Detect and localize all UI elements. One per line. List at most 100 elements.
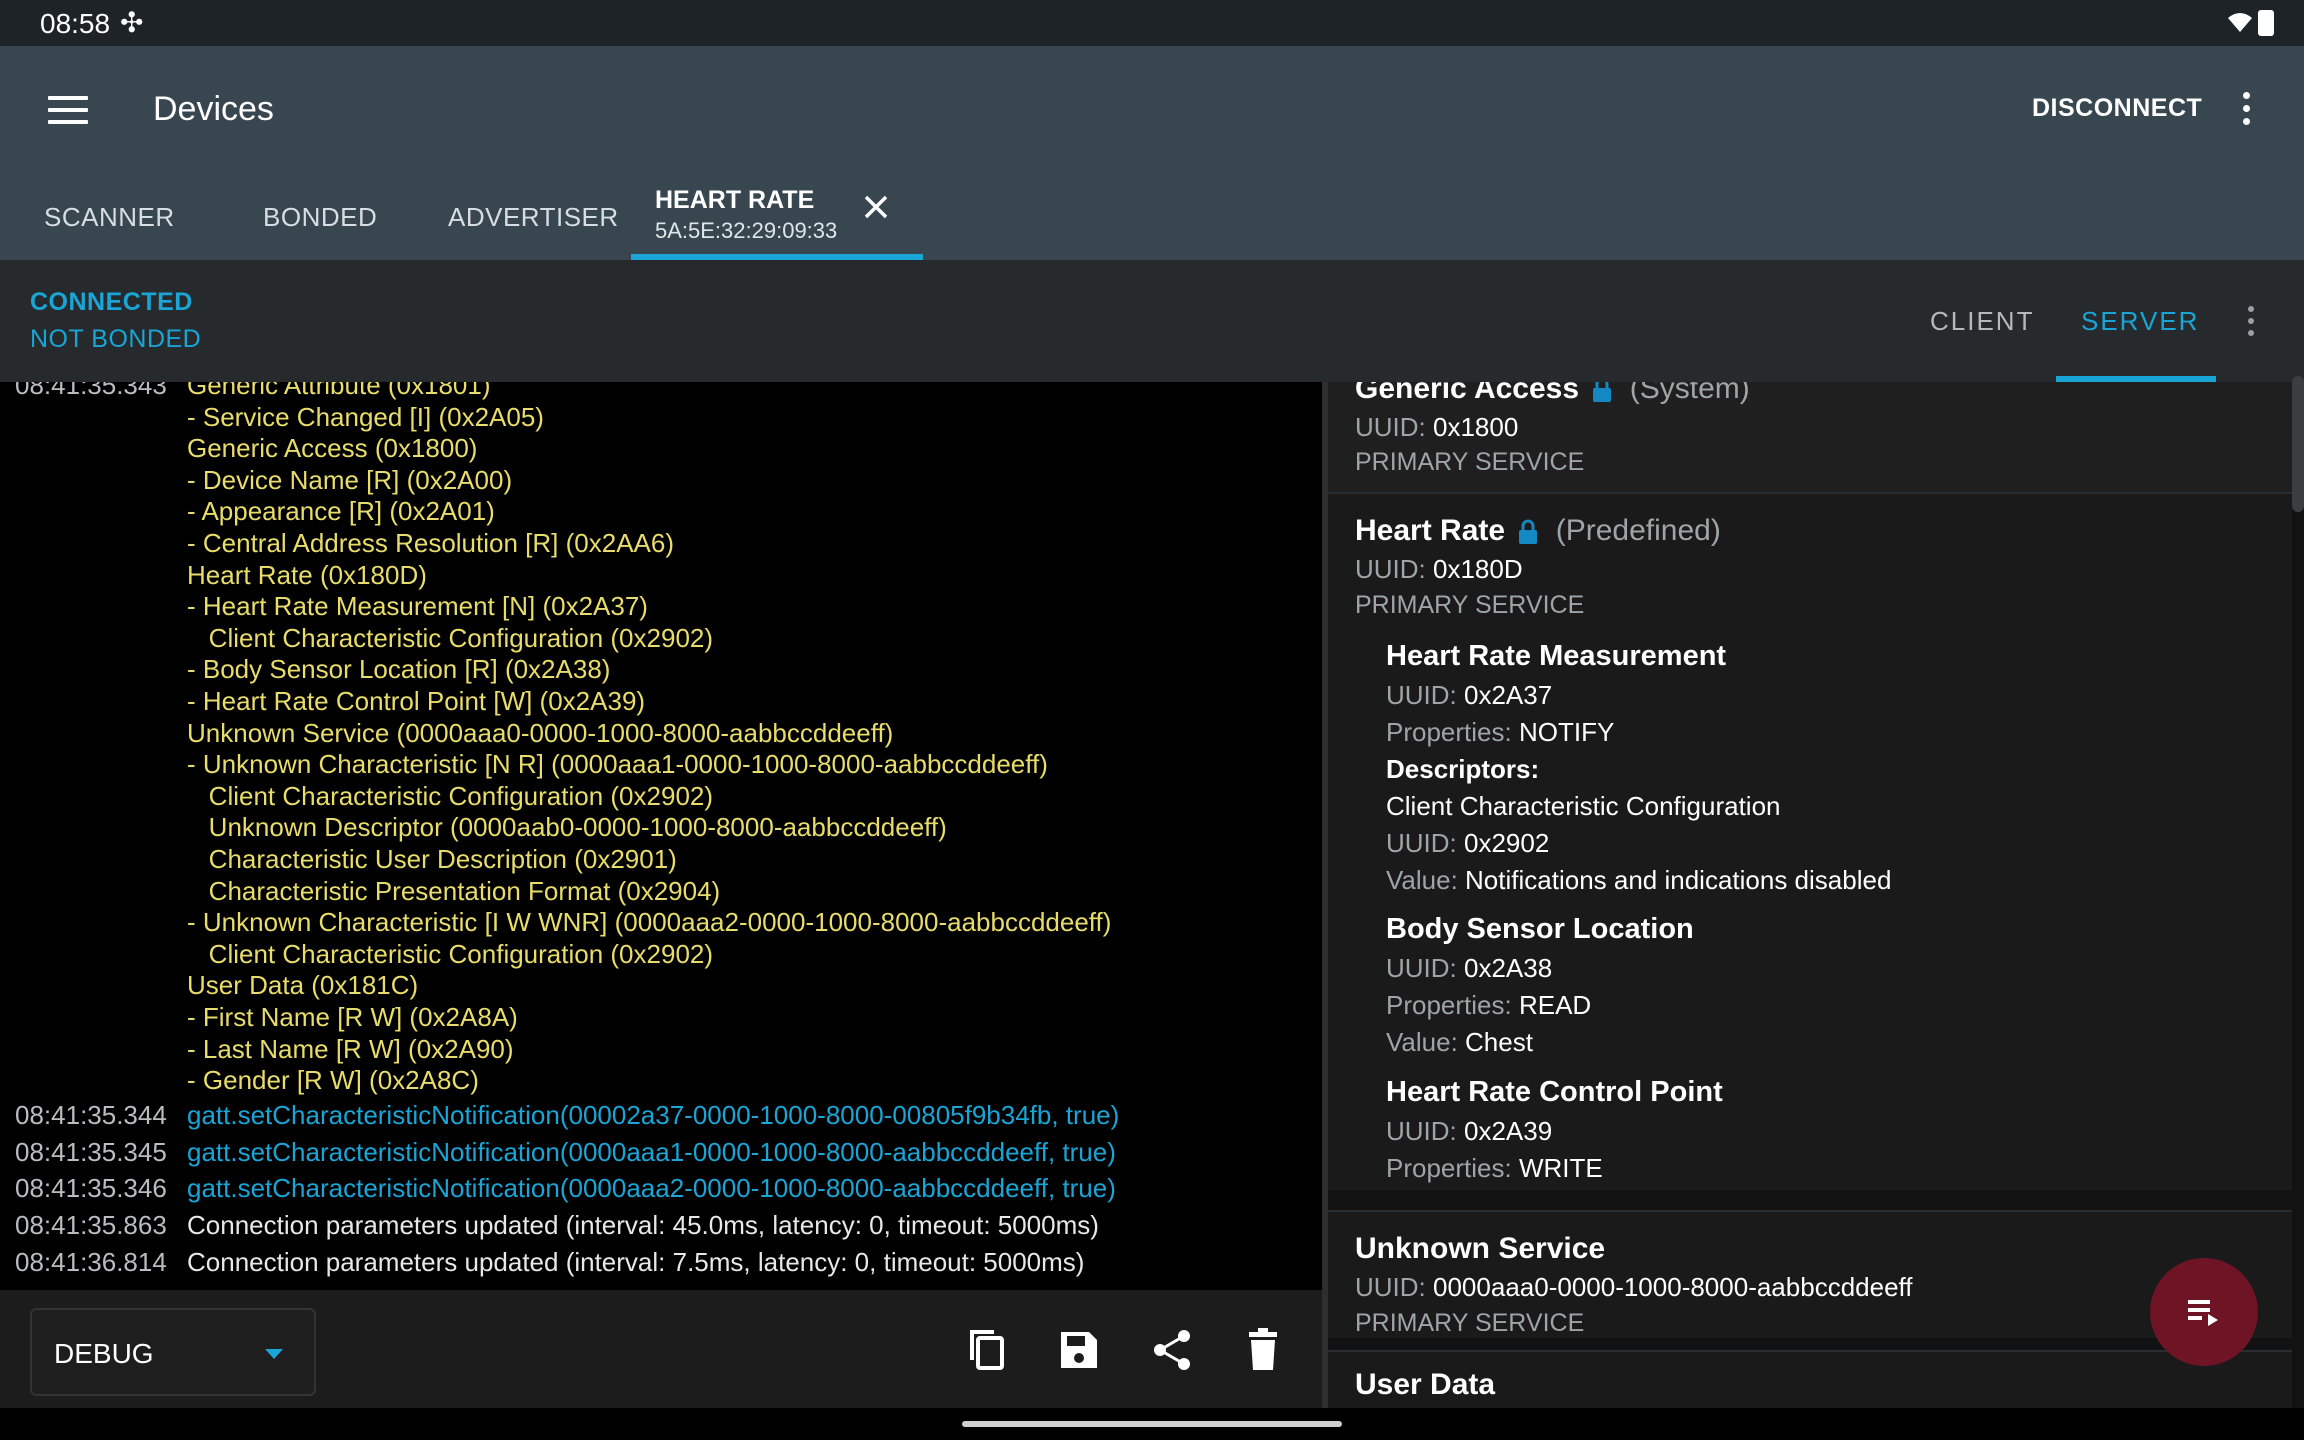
uuid-label: UUID: bbox=[1355, 554, 1426, 584]
service-name: Heart Rate (Predefined) bbox=[1355, 514, 1721, 548]
characteristic-name[interactable]: Heart Rate Control Point bbox=[1386, 1076, 1723, 1109]
log-fab-button[interactable] bbox=[2150, 1258, 2258, 1366]
home-gesture-handle[interactable] bbox=[962, 1421, 1342, 1427]
lock-icon bbox=[1593, 382, 1612, 403]
lock-icon bbox=[1519, 519, 1538, 545]
service-heart-rate[interactable]: Heart Rate (Predefined) UUID: 0x180D PRI… bbox=[1328, 494, 2292, 1190]
service-name: Generic Access (System) bbox=[1355, 382, 1750, 406]
properties-label: Properties: bbox=[1386, 1153, 1512, 1183]
characteristic-properties: Properties: READ bbox=[1386, 990, 1591, 1021]
log-panel[interactable]: 08:41:35.343 Generic Attribute (0x1801) - … bbox=[0, 382, 1322, 1290]
characteristic-uuid: UUID: 0x2A39 bbox=[1386, 1116, 1552, 1147]
tab-scanner[interactable]: SCANNER bbox=[44, 202, 175, 233]
uuid-value: 0x2A38 bbox=[1464, 953, 1553, 983]
overflow-menu-icon[interactable] bbox=[2236, 92, 2256, 132]
log-message: Unknown Service (0000aaa0-0000-1000-8000… bbox=[187, 717, 894, 748]
service-name: User Data bbox=[1355, 1368, 1496, 1401]
scrollbar[interactable] bbox=[2292, 376, 2304, 512]
log-message: Characteristic Presentation Format (0x29… bbox=[187, 875, 721, 906]
characteristic-value: Value: Chest bbox=[1386, 1027, 1533, 1058]
uuid-value: 0x1800 bbox=[1433, 412, 1519, 442]
service-kind: PRIMARY SERVICE bbox=[1355, 448, 1585, 476]
value-text: Chest bbox=[1465, 1027, 1533, 1057]
log-message: gatt.setCharacteristicNotification(00002… bbox=[187, 1099, 1120, 1130]
tab-advertiser[interactable]: ADVERTISER bbox=[448, 202, 619, 233]
uuid-value: 0x2A37 bbox=[1464, 680, 1553, 710]
log-message: - Body Sensor Location [R] (0x2A38) bbox=[187, 654, 611, 685]
tab-heart-rate-label: HEART RATE bbox=[655, 186, 815, 214]
properties-value: READ bbox=[1518, 990, 1592, 1020]
log-message: Heart Rate (0x180D) bbox=[187, 559, 427, 590]
log-message: - Service Changed [I] (0x2A05) bbox=[187, 401, 544, 432]
log-message: Client Characteristic Configuration (0x2… bbox=[187, 622, 714, 653]
wifi-icon bbox=[2228, 13, 2252, 32]
log-message: Generic Attribute (0x1801) bbox=[187, 382, 491, 400]
close-icon[interactable] bbox=[861, 192, 891, 222]
connection-bar: CONNECTED NOT BONDED CLIENT SERVER bbox=[0, 260, 2304, 382]
properties-value: NOTIFY bbox=[1518, 717, 1615, 747]
log-message: Unknown Descriptor (0000aab0-0000-1000-8… bbox=[187, 812, 947, 843]
uuid-value: 0x2902 bbox=[1464, 828, 1550, 858]
uuid-label: UUID: bbox=[1355, 1272, 1426, 1302]
log-timestamp: 08:41:35.863 bbox=[15, 1210, 167, 1241]
disconnect-button[interactable]: DISCONNECT bbox=[2032, 94, 2202, 123]
log-timestamp: 08:41:36.814 bbox=[15, 1247, 167, 1277]
log-message: Client Characteristic Configuration (0x2… bbox=[187, 938, 714, 969]
service-unknown[interactable]: Unknown Service UUID: 0000aaa0-0000-1000… bbox=[1328, 1212, 2292, 1338]
status-bar: 08:58 ✣ bbox=[0, 0, 2304, 46]
connection-state: CONNECTED bbox=[30, 288, 193, 316]
descriptor-name[interactable]: Client Characteristic Configuration bbox=[1386, 791, 1781, 822]
log-message: User Data (0x181C) bbox=[187, 970, 419, 1001]
uuid-label: UUID: bbox=[1386, 953, 1457, 983]
service-generic-access[interactable]: Generic Access (System) UUID: 0x1800 PRI… bbox=[1328, 382, 2292, 492]
battery-icon bbox=[2258, 10, 2274, 36]
log-timestamp: 08:41:35.346 bbox=[15, 1173, 167, 1204]
value-label: Value: bbox=[1386, 865, 1458, 895]
copy-icon[interactable] bbox=[964, 1326, 1012, 1374]
server-panel[interactable]: Generic Access (System) UUID: 0x1800 PRI… bbox=[1328, 382, 2304, 1408]
menu-icon[interactable] bbox=[48, 96, 88, 126]
save-icon[interactable] bbox=[1055, 1326, 1103, 1374]
status-time: 08:58 bbox=[40, 8, 111, 39]
properties-value: WRITE bbox=[1518, 1153, 1603, 1183]
service-uuid-row: UUID: 0000aaa0-0000-1000-8000-aabbccddee… bbox=[1355, 1272, 1913, 1303]
value-text: Notifications and indications disabled bbox=[1465, 865, 1892, 895]
log-message: - Appearance [R] (0x2A01) bbox=[187, 496, 495, 527]
tab-heart-rate-address: 5A:5E:32:29:09:33 bbox=[655, 218, 838, 243]
delete-icon[interactable] bbox=[1239, 1326, 1287, 1374]
properties-label: Properties: bbox=[1386, 717, 1512, 747]
server-overflow-icon[interactable] bbox=[2244, 306, 2258, 340]
fan-icon: ✣ bbox=[120, 7, 144, 38]
log-message: Client Characteristic Configuration (0x2… bbox=[187, 780, 714, 811]
tab-heart-rate[interactable]: HEART RATE 5A:5E:32:29:09:33 bbox=[631, 140, 923, 260]
log-message: - Unknown Characteristic [I W WNR] (0000… bbox=[187, 907, 1112, 938]
tab-server[interactable]: SERVER bbox=[2081, 306, 2199, 337]
uuid-label: UUID: bbox=[1386, 828, 1457, 858]
uuid-label: UUID: bbox=[1386, 680, 1457, 710]
bond-state: NOT BONDED bbox=[30, 325, 202, 353]
tab-bonded[interactable]: BONDED bbox=[263, 202, 377, 233]
log-message: - Unknown Characteristic [N R] (0000aaa1… bbox=[187, 749, 1048, 780]
characteristic-name[interactable]: Body Sensor Location bbox=[1386, 913, 1694, 946]
characteristic-name[interactable]: Heart Rate Measurement bbox=[1386, 640, 1726, 673]
service-kind: PRIMARY SERVICE bbox=[1355, 1309, 1585, 1337]
service-uuid-row: UUID: 0x1800 bbox=[1355, 412, 1518, 443]
uuid-value: 0000aaa0-0000-1000-8000-aabbccddeeff bbox=[1433, 1272, 1913, 1302]
service-name-text: Generic Access bbox=[1355, 382, 1580, 405]
log-message: - Last Name [R W] (0x2A90) bbox=[187, 1033, 514, 1064]
log-level-dropdown[interactable]: DEBUG bbox=[30, 1308, 316, 1396]
share-icon[interactable] bbox=[1148, 1326, 1196, 1374]
service-user-data[interactable]: User Data bbox=[1328, 1352, 2292, 1408]
tab-client[interactable]: CLIENT bbox=[1930, 306, 2034, 337]
characteristic-properties: Properties: NOTIFY bbox=[1386, 717, 1614, 748]
service-type: (System) bbox=[1629, 382, 1750, 405]
log-message: - Heart Rate Control Point [W] (0x2A39) bbox=[187, 686, 646, 716]
uuid-value: 0x2A39 bbox=[1464, 1116, 1553, 1146]
log-message: Generic Access (0x1800) bbox=[187, 433, 478, 464]
log-message: - Central Address Resolution [R] (0x2AA6… bbox=[187, 528, 674, 558]
uuid-label: UUID: bbox=[1386, 1116, 1457, 1146]
service-uuid-row: UUID: 0x180D bbox=[1355, 554, 1523, 585]
descriptor-value: Value: Notifications and indications dis… bbox=[1386, 865, 1891, 896]
characteristic-uuid: UUID: 0x2A38 bbox=[1386, 953, 1552, 984]
descriptor-uuid: UUID: 0x2902 bbox=[1386, 828, 1549, 859]
